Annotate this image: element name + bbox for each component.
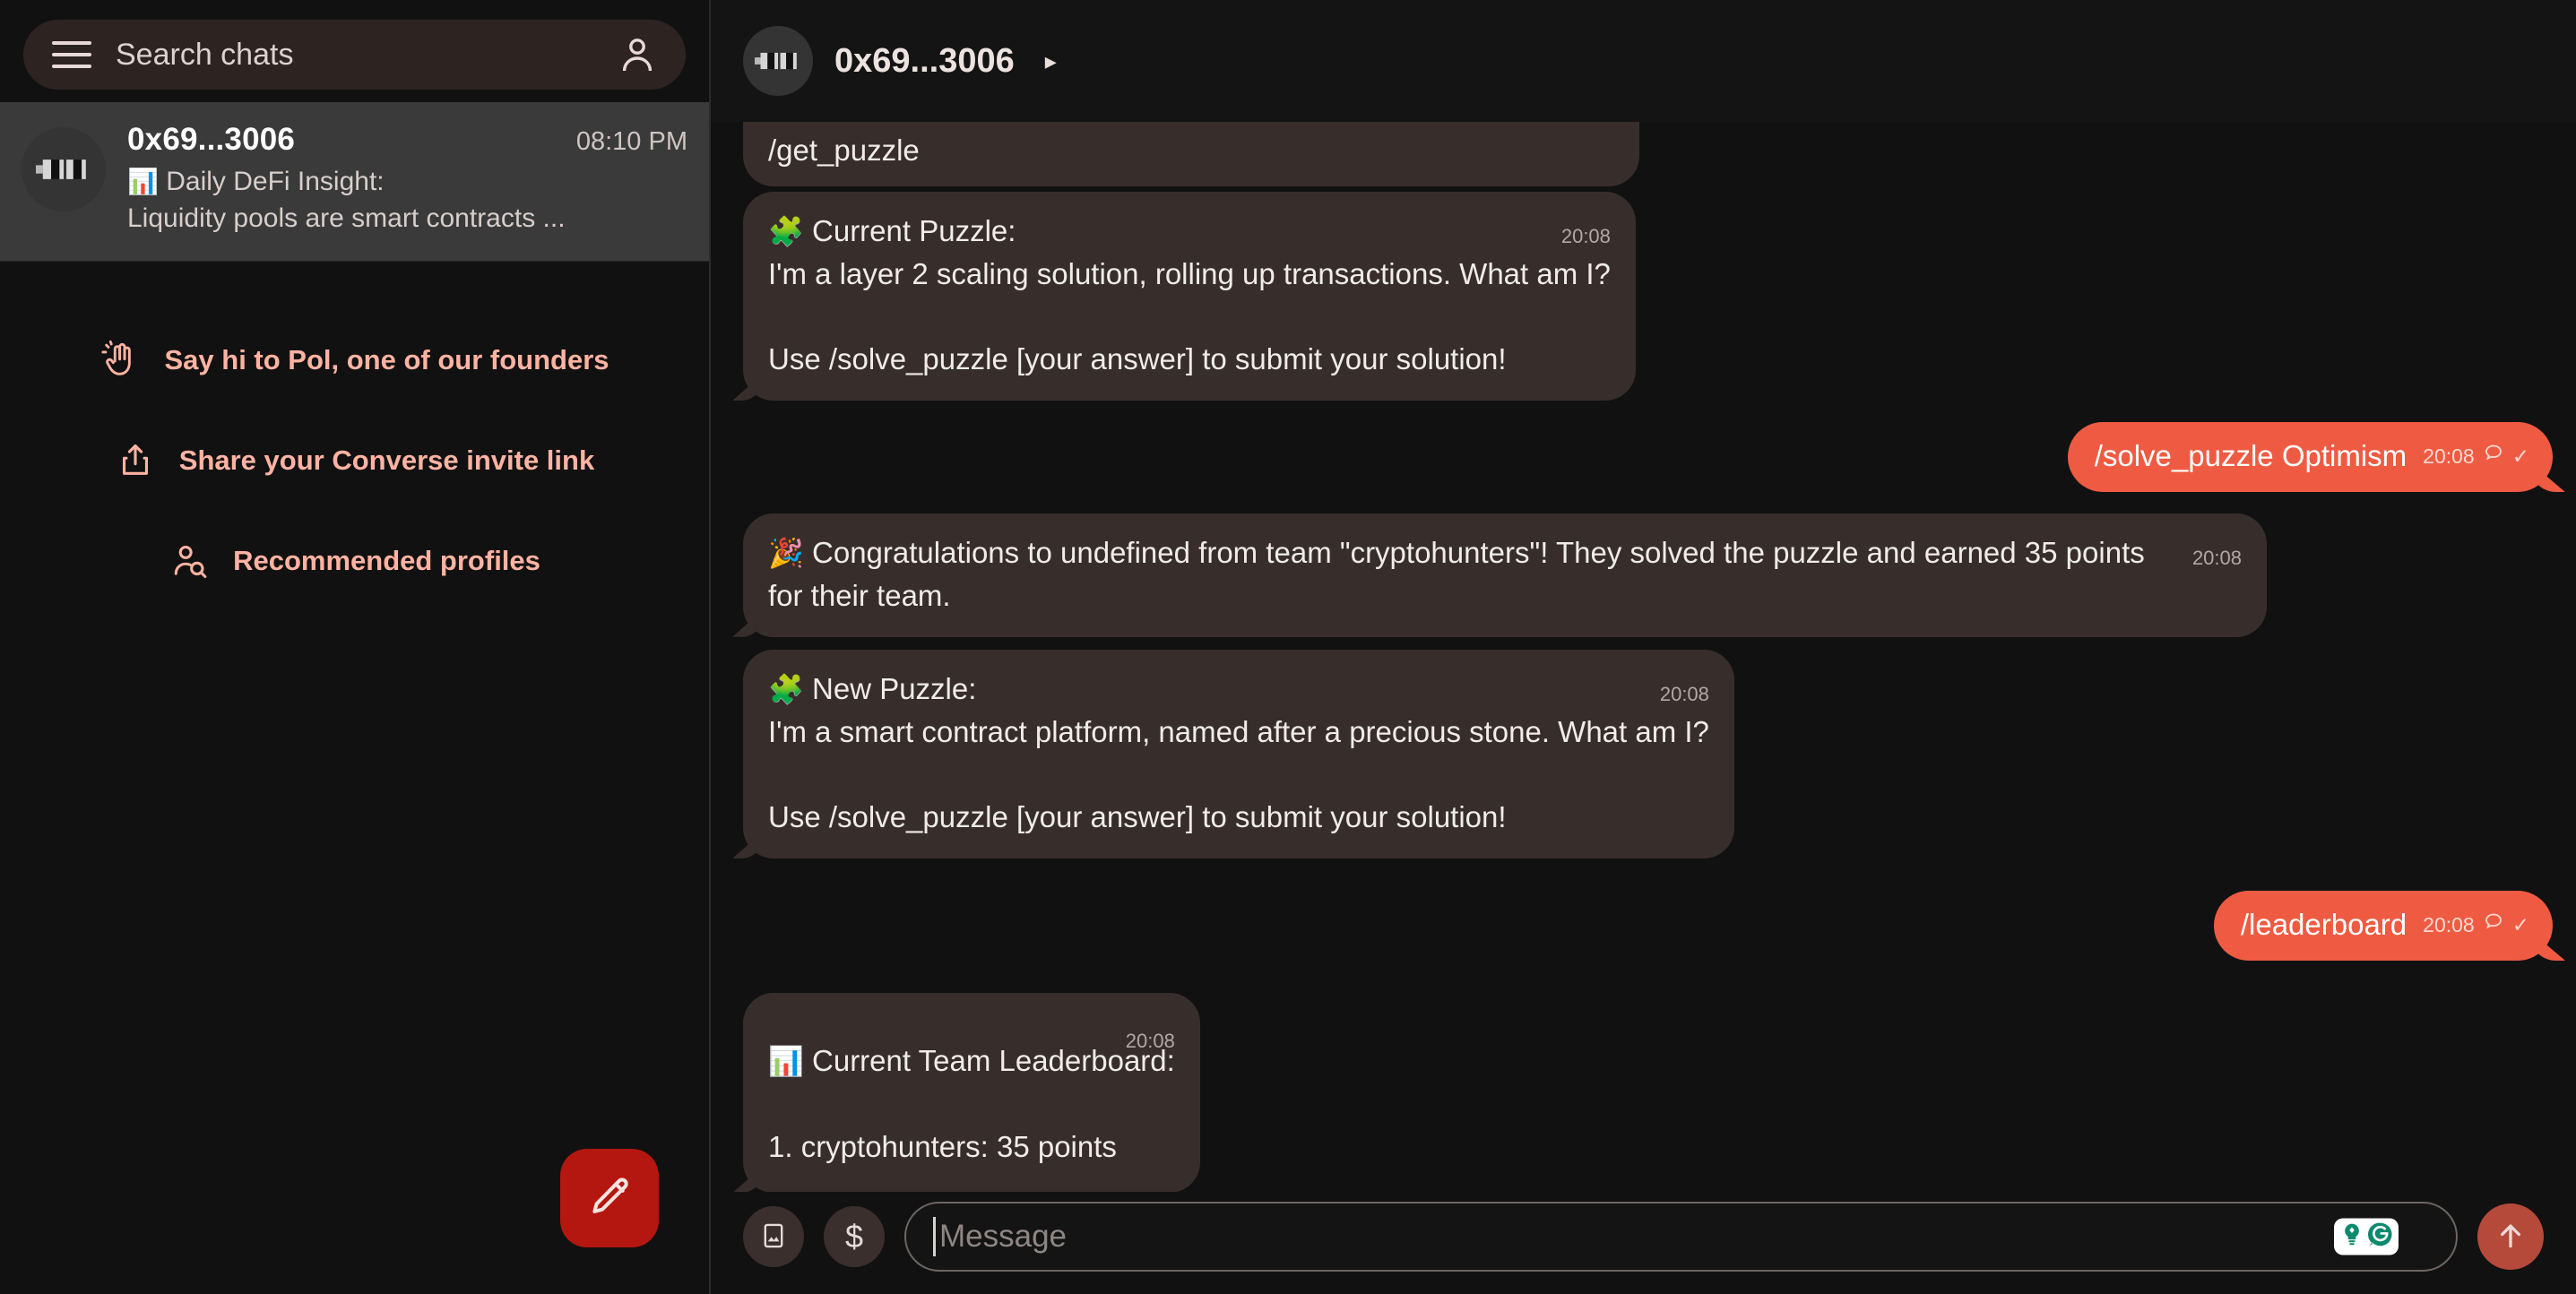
message-row: /get_puzzle (743, 122, 2544, 186)
conversation-timestamp: 08:10 PM (575, 127, 687, 156)
message-bubble-incoming[interactable]: 20:08 🧩 Current Puzzle: I'm a layer 2 sc… (732, 191, 1636, 401)
sidebar-item-label: Say hi to Pol, one of our founders (164, 343, 609, 375)
person-icon[interactable] (616, 33, 659, 76)
sidebar-item-share-invite[interactable]: Share your Converse invite link (0, 410, 709, 511)
hamburger-icon[interactable] (52, 41, 91, 68)
chat-header: 0x69...3006 ▸ (711, 0, 2576, 122)
puzzle-piece-emoji-icon: 🧩 (768, 214, 804, 247)
chat-header-avatar[interactable] (743, 26, 813, 96)
grammarly-suggestion-icon[interactable] (2338, 1221, 2365, 1253)
chat-pane: 0x69...3006 ▸ /get_puzzle 20:08 🧩 Curren… (711, 0, 2576, 1294)
message-row: /leaderboard 20:08 ✓ (743, 891, 2553, 961)
message-bubble-outgoing[interactable]: /solve_puzzle Optimism 20:08 ✓ (2067, 422, 2553, 493)
attach-image-button[interactable] (743, 1206, 804, 1267)
avatar (22, 127, 106, 211)
bubble-tail (732, 1166, 763, 1192)
delivered-check-icon: ✓ (2511, 444, 2529, 469)
party-popper-emoji-icon: 🎉 (768, 537, 804, 570)
message-text: /solve_puzzle Optimism (2094, 439, 2407, 473)
conversation-header-row: 0x69...3006 08:10 PM (127, 122, 687, 158)
message-timestamp: 20:08 (2423, 913, 2475, 937)
message-row: 20:08 🎉 Congratulations to undefined fro… (732, 513, 2544, 637)
message-row: 20:08 🧩 Current Puzzle: I'm a layer 2 sc… (732, 191, 2544, 401)
bubble-tail (732, 374, 763, 401)
image-icon (758, 1221, 789, 1254)
share-icon (115, 440, 156, 481)
message-row: 20:08 🧩 New Puzzle: I'm a smart contract… (732, 649, 2544, 859)
message-text: Current Team Leaderboard: 1. cryptohunte… (768, 1043, 1175, 1163)
pencil-icon (585, 1173, 634, 1224)
message-meta: 20:08 ✓ (2423, 442, 2529, 471)
puzzle-piece-emoji-icon: 🧩 (768, 672, 804, 705)
conversation-name: 0x69...3006 (127, 122, 296, 157)
message-timestamp: 20:08 (2423, 444, 2475, 469)
sidebar-item-say-hi[interactable]: Say hi to Pol, one of our founders (0, 310, 709, 410)
conversation-preview: 📊 Daily DeFi Insight: Liquidity pools ar… (127, 163, 687, 237)
grammarly-badge[interactable] (2334, 1218, 2399, 1255)
message-text: Congratulations to undefined from team "… (768, 536, 2153, 612)
grammarly-logo-icon[interactable] (2367, 1221, 2394, 1253)
sidebar-item-recommended-profiles[interactable]: Recommended profiles (0, 511, 709, 611)
send-message-button[interactable] (2477, 1203, 2544, 1270)
sidebar-actions: Say hi to Pol, one of our founders Share… (0, 262, 709, 611)
send-money-button[interactable]: $ (824, 1206, 885, 1267)
message-row: /solve_puzzle Optimism 20:08 ✓ (743, 422, 2553, 493)
delivered-check-icon: ✓ (2511, 913, 2529, 937)
message-row: 20:08 📊 Current Team Leaderboard: 1. cry… (732, 992, 2544, 1192)
bar-chart-emoji-icon: 📊 (127, 168, 159, 195)
message-timestamp: 20:08 (1560, 224, 1611, 247)
chat-title[interactable]: 0x69...3006 (834, 42, 1015, 81)
message-timestamp: 20:08 (1659, 682, 1709, 705)
sidebar-item-label: Share your Converse invite link (178, 444, 595, 476)
message-bubble-incoming[interactable]: /get_puzzle (743, 122, 1639, 186)
reply-bubble-icon[interactable] (2483, 442, 2504, 471)
message-text: /leaderboard (2240, 908, 2407, 942)
sidebar-item-label: Recommended profiles (233, 544, 540, 576)
conversation-body: 0x69...3006 08:10 PM 📊 Daily DeFi Insigh… (127, 122, 687, 237)
text-cursor (933, 1217, 936, 1256)
message-timestamp: 20:08 (2191, 547, 2242, 570)
conversation-preview-line2: Liquidity pools are smart contracts ... (127, 203, 566, 234)
message-input[interactable]: Message (904, 1202, 2458, 1272)
message-timestamp: 20:08 (1125, 1029, 1175, 1052)
app-root: Search chats 0x69...3006 08:10 PM 📊 Dail… (0, 0, 2576, 1294)
search-bar[interactable]: Search chats (23, 20, 686, 90)
chevron-right-icon[interactable]: ▸ (1045, 47, 1057, 75)
conversation-list-item[interactable]: 0x69...3006 08:10 PM 📊 Daily DeFi Insigh… (0, 102, 709, 262)
message-text: /get_puzzle (768, 134, 920, 167)
composer-bar: $ Message (711, 1192, 2576, 1294)
message-bubble-incoming[interactable]: 20:08 🧩 New Puzzle: I'm a smart contract… (732, 649, 1734, 859)
message-input-placeholder: Message (939, 1219, 1068, 1254)
waving-hand-icon (99, 340, 141, 381)
reply-bubble-icon[interactable] (2483, 910, 2504, 940)
message-bubble-incoming[interactable]: 20:08 🎉 Congratulations to undefined fro… (732, 513, 2267, 637)
search-input[interactable]: Search chats (116, 38, 616, 73)
search-area: Search chats (0, 0, 709, 102)
message-bubble-outgoing[interactable]: /leaderboard 20:08 ✓ (2213, 891, 2553, 961)
dollar-icon: $ (844, 1218, 864, 1255)
conversation-preview-line1: Daily DeFi Insight: (166, 167, 385, 196)
message-meta: 20:08 ✓ (2423, 910, 2529, 940)
bubble-tail (732, 609, 763, 637)
message-text: Current Puzzle: I'm a layer 2 scaling so… (768, 213, 1611, 376)
message-list[interactable]: /get_puzzle 20:08 🧩 Current Puzzle: I'm … (711, 122, 2576, 1192)
bubble-tail (732, 832, 763, 859)
message-text: New Puzzle: I'm a smart contract platfor… (768, 671, 1709, 834)
compose-new-message-button[interactable] (560, 1149, 659, 1247)
message-bubble-incoming[interactable]: 20:08 📊 Current Team Leaderboard: 1. cry… (732, 992, 1200, 1192)
person-search-icon (169, 540, 210, 582)
arrow-up-icon (2493, 1218, 2528, 1256)
sidebar: Search chats 0x69...3006 08:10 PM 📊 Dail… (0, 0, 711, 1294)
